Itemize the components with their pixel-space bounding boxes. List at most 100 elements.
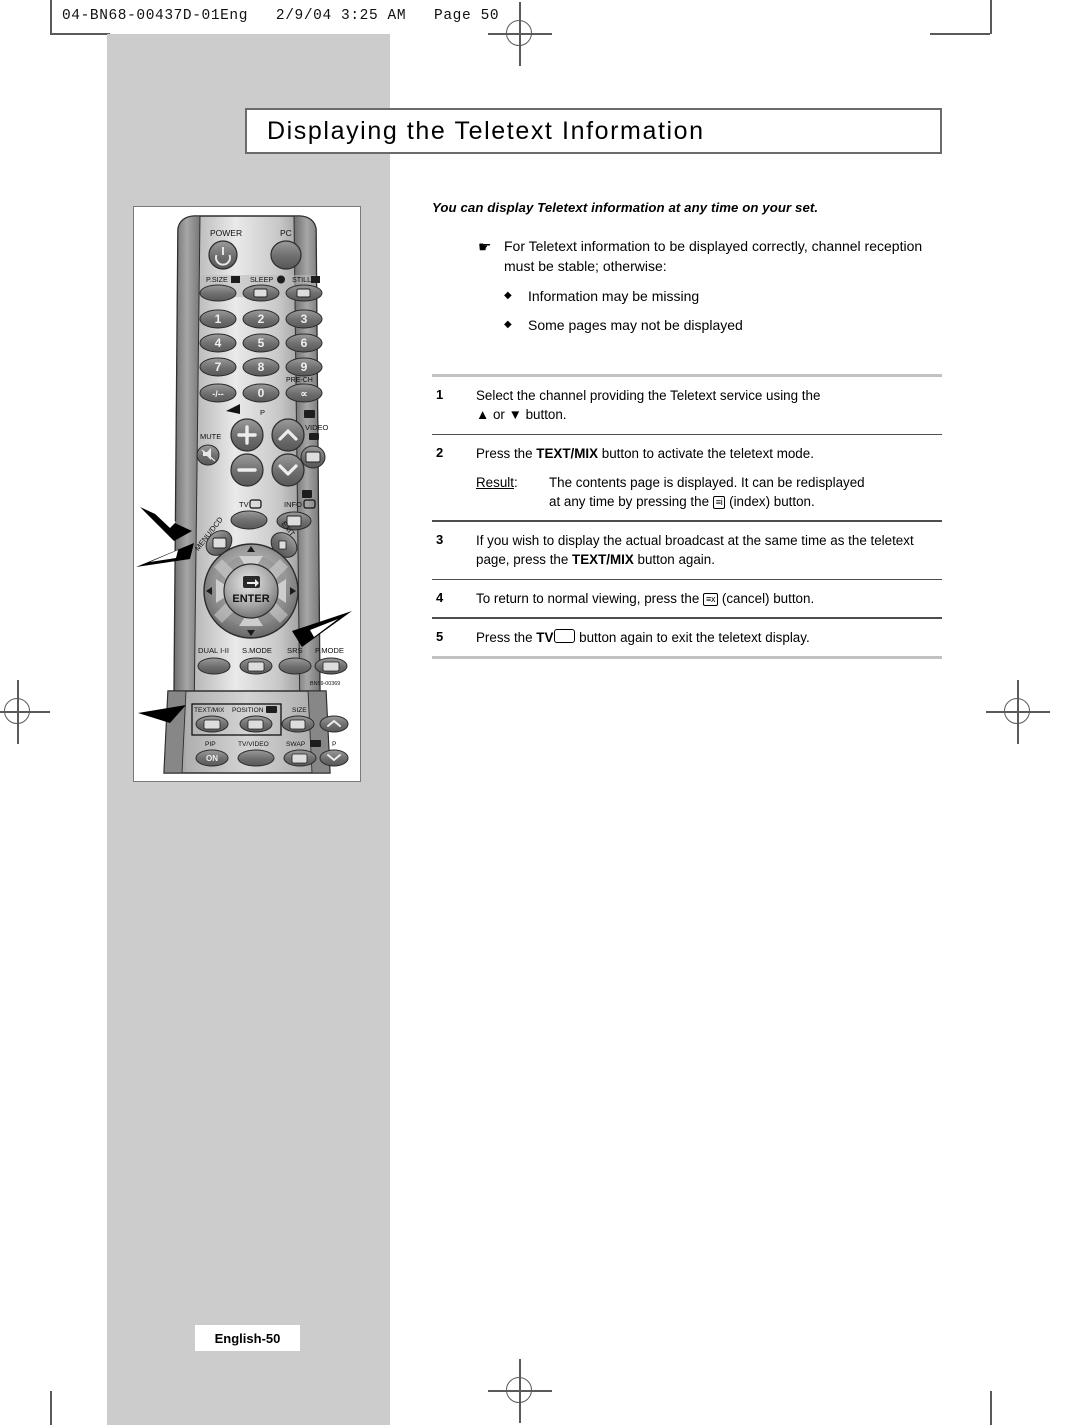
- result-text-line2-pre: at any time by pressing the: [549, 494, 713, 510]
- list-item: ◆ Some pages may not be displayed: [504, 315, 942, 335]
- step-row-1: 1 Select the channel providing the Telet…: [432, 377, 942, 434]
- table-rule-bottom: [432, 656, 942, 660]
- page-number-label: English-50: [214, 1330, 281, 1346]
- step-row-3: 3 If you wish to display the actual broa…: [432, 522, 942, 579]
- note-text: For Teletext information to be displayed…: [504, 238, 923, 274]
- svg-text:PRE-CH: PRE-CH: [286, 377, 313, 384]
- svg-text:S.MODE: S.MODE: [242, 646, 272, 655]
- svg-text:TV/VIDEO: TV/VIDEO: [238, 741, 269, 748]
- tv-button-icon: [554, 628, 576, 643]
- step-number: 1: [436, 387, 444, 402]
- result-text-line2-post: (index) button.: [725, 494, 815, 510]
- remote-control-illustration: POWER PC P.SIZE SLEEP STILL 1 2 3 4 5 6 …: [133, 206, 361, 782]
- sub-bullet-list: ◆ Information may be missing ◆ Some page…: [504, 286, 942, 335]
- svg-text:SIZE: SIZE: [292, 707, 307, 714]
- step-number: 5: [436, 628, 444, 644]
- step-text-post: button again to exit the teletext displa…: [575, 629, 810, 645]
- svg-text:SRS: SRS: [287, 646, 303, 655]
- crop-line-left-bottom: [50, 1391, 52, 1425]
- step-text: To return to normal viewing, press the ≡…: [476, 589, 942, 608]
- crop-line-right: [990, 0, 992, 34]
- svg-text:∝: ∝: [300, 389, 307, 400]
- svg-text:1: 1: [215, 312, 222, 326]
- diamond-bullet-icon: ◆: [504, 318, 512, 330]
- svg-text:0: 0: [258, 386, 265, 400]
- crop-line-left: [50, 0, 52, 34]
- svg-text:-/--: -/--: [212, 389, 224, 399]
- svg-text:BN59-00369: BN59-00369: [310, 681, 340, 687]
- button-name-textmix: TEXT/MIX: [572, 552, 634, 568]
- page-title: Displaying the Teletext Information: [267, 116, 705, 145]
- svg-text:ENTER: ENTER: [232, 593, 269, 605]
- list-item-label: Some pages may not be displayed: [528, 316, 743, 333]
- step-text-post: (cancel) button.: [718, 590, 815, 606]
- step-text: Press the TV button again to exit the te…: [476, 628, 942, 647]
- svg-text:SWAP: SWAP: [286, 741, 306, 748]
- svg-text:2: 2: [258, 312, 265, 326]
- intro-section: You can display Teletext information at …: [432, 200, 942, 344]
- page-footer-badge: English-50: [195, 1325, 300, 1351]
- step-row-4: 4 To return to normal viewing, press the…: [432, 580, 942, 617]
- svg-text:SLEEP: SLEEP: [250, 275, 273, 284]
- step-text-post: button to activate the teletext mode.: [598, 446, 814, 462]
- svg-text:POWER: POWER: [210, 228, 242, 238]
- note-row: ☛ For Teletext information to be display…: [478, 237, 942, 277]
- svg-text:P.MODE: P.MODE: [315, 646, 344, 655]
- list-item-label: Information may be missing: [528, 287, 700, 304]
- svg-text:DUAL I-II: DUAL I-II: [198, 646, 229, 655]
- result-colon: :: [513, 474, 518, 490]
- registration-mark-bottom: [488, 1359, 552, 1423]
- svg-text:INFO: INFO: [284, 500, 302, 509]
- svg-text:POSITION: POSITION: [232, 707, 264, 714]
- svg-text:STILL: STILL: [292, 275, 311, 284]
- svg-text:9: 9: [301, 360, 308, 374]
- registration-mark-right: [986, 680, 1050, 744]
- result-text: The contents page is displayed. It can b…: [549, 473, 942, 512]
- steps-table: 1 Select the channel providing the Telet…: [432, 374, 942, 660]
- button-name-textmix: TEXT/MIX: [536, 446, 599, 462]
- svg-text:P: P: [332, 741, 337, 748]
- svg-text:TEXT/MIX: TEXT/MIX: [194, 707, 225, 714]
- step-text-pre: To return to normal viewing, press the: [476, 590, 703, 606]
- pointing-hand-icon: ☛: [478, 239, 492, 256]
- step-text: Press the TEXT/MIX button to activate th…: [476, 444, 942, 511]
- step-text: If you wish to display the actual broadc…: [476, 531, 942, 570]
- crop-line-top-left-h: [50, 33, 110, 35]
- crop-line-right-bottom: [990, 1391, 992, 1425]
- svg-text:VIDEO: VIDEO: [305, 423, 329, 432]
- svg-text:P.SIZE: P.SIZE: [206, 275, 228, 284]
- page-title-box: Displaying the Teletext Information: [245, 108, 942, 154]
- svg-text:PC: PC: [280, 228, 292, 238]
- step-text-pre: Press the: [476, 629, 537, 645]
- svg-text:7: 7: [215, 360, 222, 374]
- svg-text:8: 8: [258, 360, 265, 374]
- result-text-line1: The contents page is displayed. It can b…: [549, 474, 865, 490]
- svg-text:ON: ON: [206, 754, 218, 763]
- svg-text:PIP: PIP: [205, 741, 216, 748]
- result-label: Result:: [476, 473, 549, 512]
- result-row: Result: The contents page is displayed. …: [476, 473, 942, 512]
- cancel-button-icon: ≡x: [703, 592, 719, 606]
- step-text: Select the channel providing the Teletex…: [476, 386, 942, 425]
- index-button-icon: ≡i: [712, 496, 726, 510]
- list-item: ◆ Information may be missing: [504, 286, 942, 306]
- result-label-underlined: Result: [476, 474, 514, 490]
- svg-text:4: 4: [215, 336, 222, 350]
- svg-text:6: 6: [301, 336, 308, 350]
- svg-text:3: 3: [301, 312, 308, 326]
- svg-text:P: P: [260, 408, 265, 417]
- svg-text:MUTE: MUTE: [200, 432, 221, 441]
- step-text-line2: ▲ or ▼ button.: [476, 407, 567, 423]
- registration-mark-left: [0, 680, 50, 744]
- step-text-line1: Select the channel providing the Teletex…: [476, 388, 821, 403]
- svg-text:TV: TV: [239, 500, 249, 509]
- svg-text:5: 5: [258, 336, 265, 350]
- step-text-post: button again.: [633, 552, 715, 568]
- step-number: 4: [436, 589, 444, 605]
- button-name-tv: TV: [536, 629, 554, 645]
- intro-lead: You can display Teletext information at …: [432, 200, 819, 215]
- step-row-2: 2 Press the TEXT/MIX button to activate …: [432, 435, 942, 520]
- step-text-pre: Press the: [476, 446, 537, 462]
- crop-line-top-right-h: [930, 33, 990, 35]
- print-header-slug: 04-BN68-00437D-01Eng 2/9/04 3:25 AM Page…: [62, 8, 500, 24]
